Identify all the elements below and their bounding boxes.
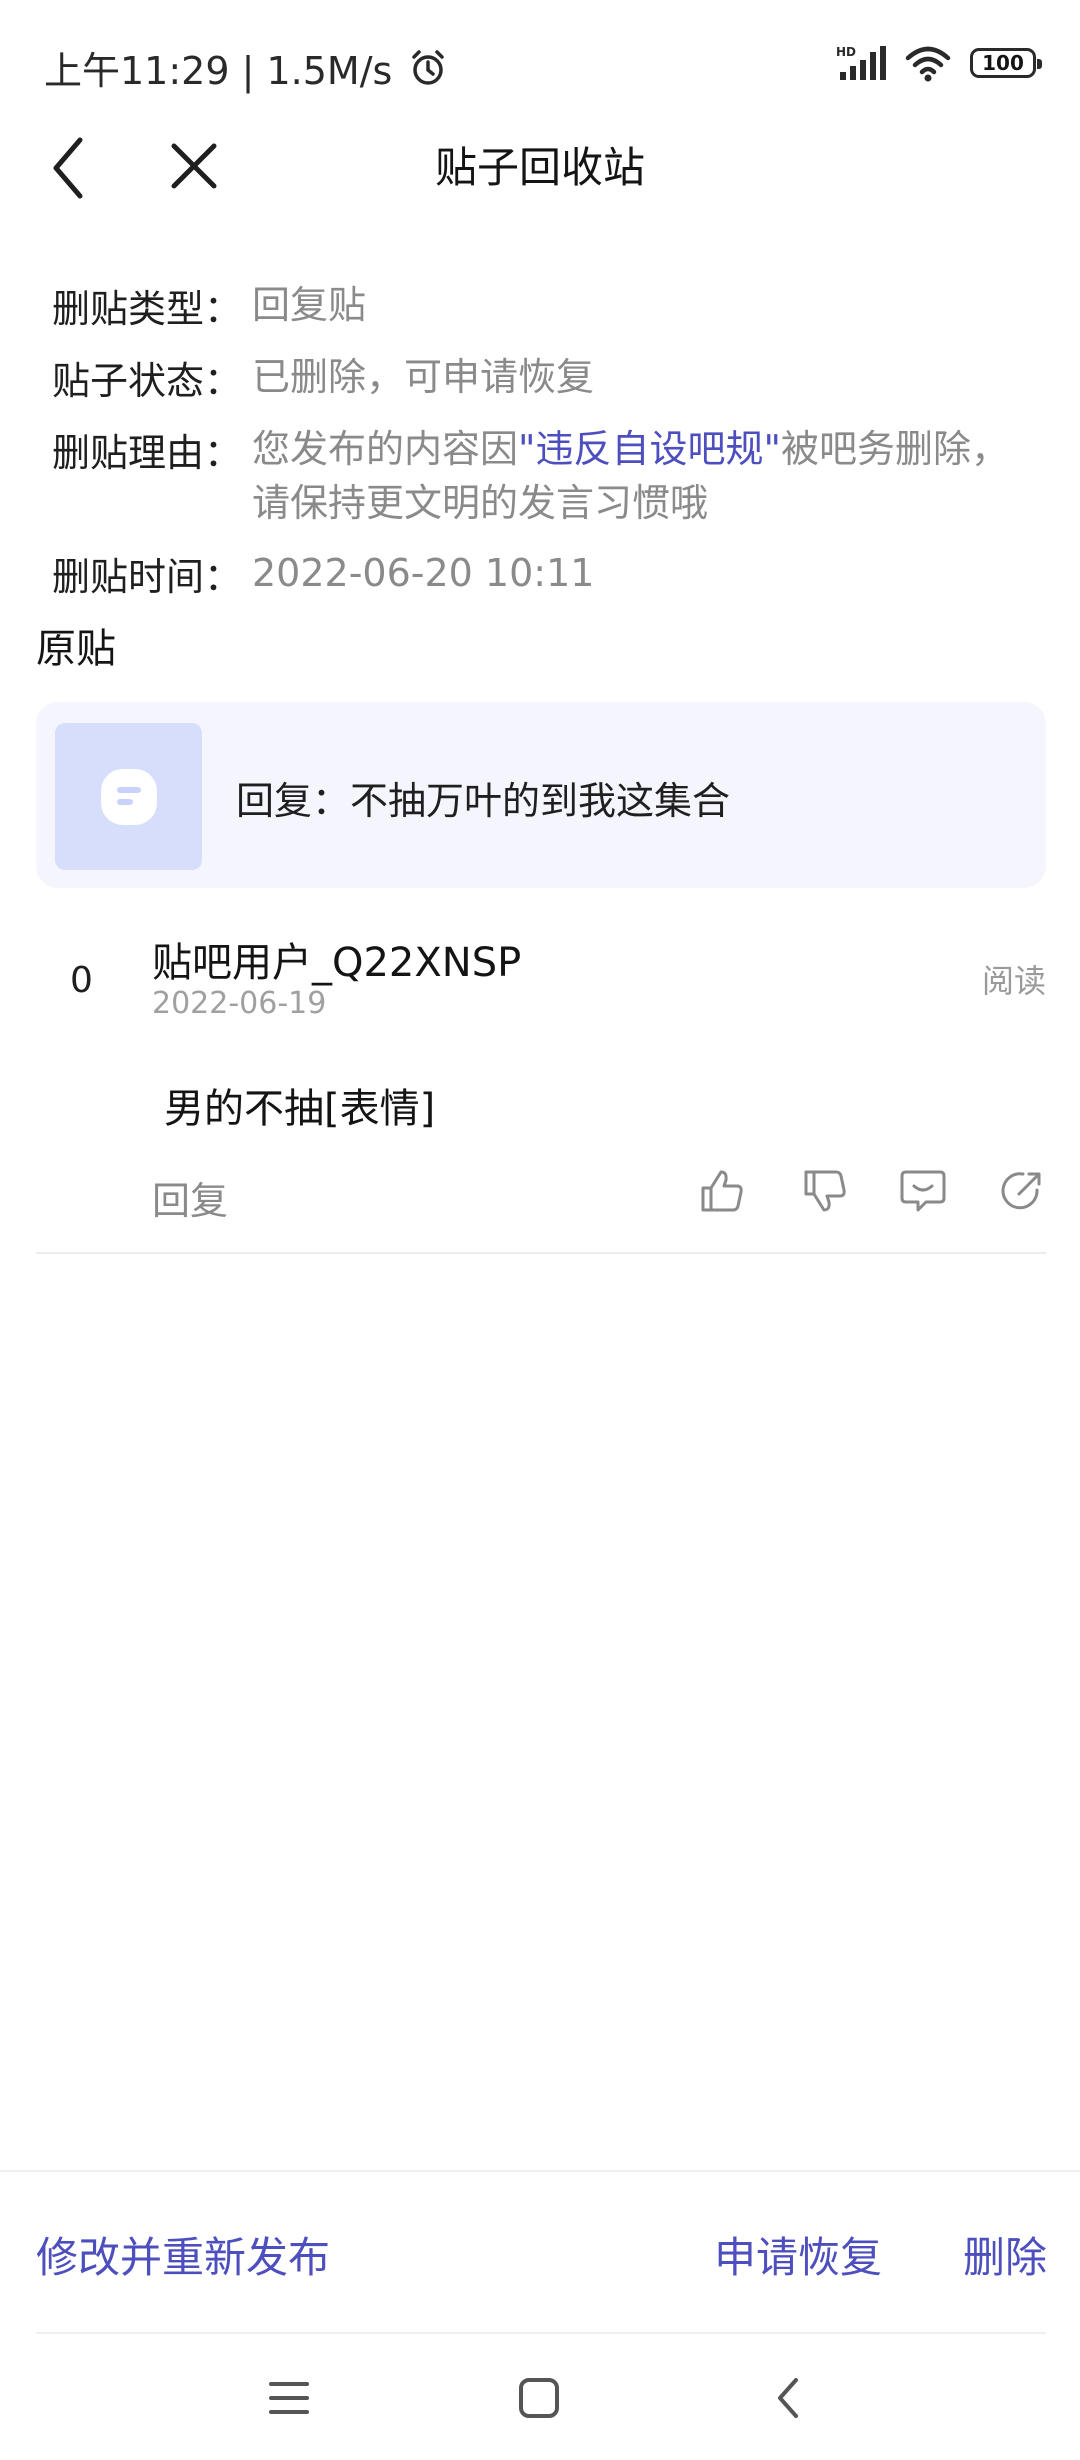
bottom-bar-divider: [0, 2170, 1080, 2172]
reply-button[interactable]: 回复: [152, 1170, 228, 1225]
delete-type-row: 删贴类型： 回复贴: [52, 278, 366, 333]
menu-icon[interactable]: [259, 2368, 319, 2428]
signal-icon: HD: [836, 45, 886, 80]
original-post-text: 回复：不抽万叶的到我这集合: [236, 779, 731, 823]
delete-type-label: 删贴类型：: [52, 287, 243, 331]
delete-button[interactable]: 删除: [963, 2224, 1047, 2285]
battery-icon: 100: [970, 48, 1042, 78]
bottom-bar-divider-lower: [36, 2332, 1046, 2334]
wifi-icon: [905, 46, 951, 82]
alarm-icon: [412, 49, 445, 85]
reply-date: 2022-06-19: [152, 986, 327, 1021]
delete-time-value: 2022-06-20 10:11: [252, 551, 595, 595]
status-icons: HD 100: [836, 44, 1042, 82]
page-title: 贴子回收站: [434, 143, 645, 192]
delete-reason-value: 您发布的内容因"违反自设吧规"被吧务删除，请保持更文明的发言习惯哦: [252, 422, 1032, 530]
hd-label: HD: [836, 45, 856, 59]
post-status-value: 已删除，可申请恢复: [252, 355, 595, 399]
thumbs-down-icon[interactable]: [800, 1166, 850, 1216]
post-status-label: 贴子状态：: [52, 359, 243, 403]
thumbs-up-icon[interactable]: [697, 1166, 747, 1216]
read-link[interactable]: 阅读: [982, 956, 1046, 1002]
comment-icon[interactable]: [898, 1166, 948, 1216]
floor-number: 0: [70, 960, 93, 1001]
divider: [36, 1252, 1046, 1254]
tieba-logo-icon: [100, 768, 157, 825]
delete-reason-label: 删贴理由：: [52, 431, 243, 475]
home-icon[interactable]: [509, 2368, 569, 2428]
delete-time-label: 删贴时间：: [52, 555, 243, 599]
reply-content: 男的不抽[表情]: [164, 1086, 436, 1132]
post-status-row: 贴子状态： 已删除，可申请恢复: [52, 350, 594, 405]
delete-time-row: 删贴时间： 2022-06-20 10:11: [52, 546, 594, 601]
original-post-label: 原贴: [36, 626, 116, 672]
edit-repost-button[interactable]: 修改并重新发布: [36, 2224, 330, 2285]
request-restore-button[interactable]: 申请恢复: [714, 2224, 882, 2285]
delete-reason-row: 删贴理由： 您发布的内容因"违反自设吧规"被吧务删除，请保持更文明的发言习惯哦: [52, 422, 1042, 530]
reason-prefix: 您发布的内容因: [252, 427, 519, 471]
battery-level: 100: [982, 51, 1024, 75]
status-text: 上午11:29 | 1.5M/s: [44, 49, 393, 93]
system-back-icon[interactable]: [760, 2368, 820, 2428]
status-time-speed: 上午11:29 | 1.5M/s: [44, 40, 448, 95]
username[interactable]: 贴吧用户_Q22XNSP: [152, 930, 521, 988]
rule-link[interactable]: "违反自设吧规": [518, 427, 781, 471]
share-icon[interactable]: [997, 1166, 1047, 1216]
post-thumbnail: [55, 723, 202, 870]
delete-type-value: 回复贴: [252, 283, 367, 327]
